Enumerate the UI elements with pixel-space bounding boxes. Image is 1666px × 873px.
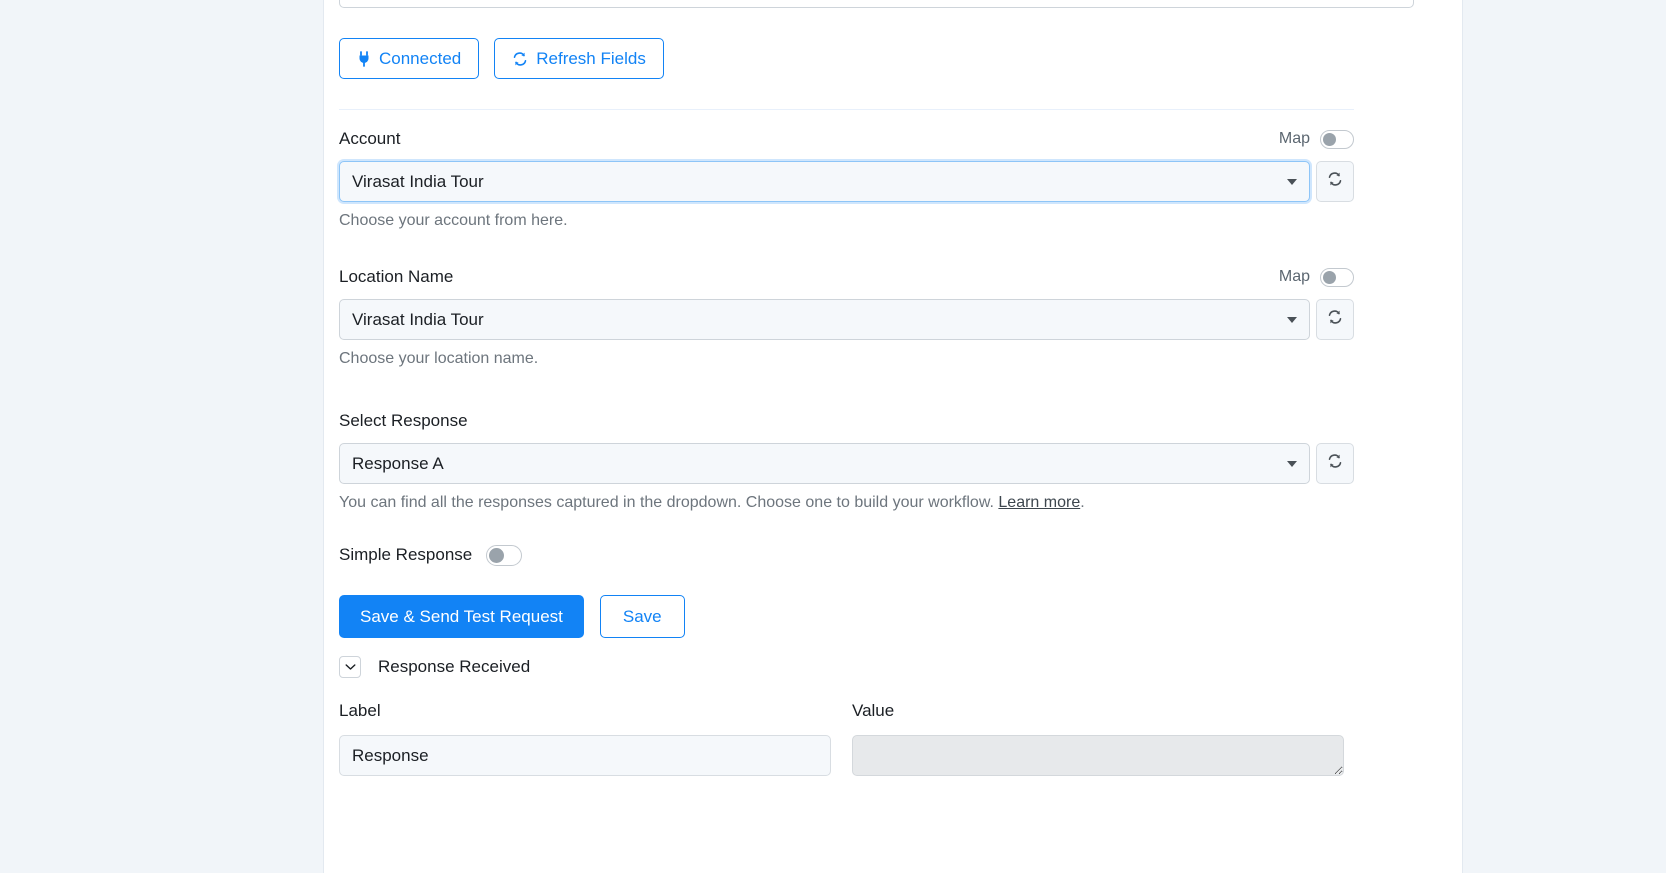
response-refresh-button[interactable] bbox=[1316, 443, 1354, 484]
response-field-group: Select Response Response A You can find … bbox=[339, 410, 1354, 514]
refresh-fields-button-label: Refresh Fields bbox=[536, 49, 646, 68]
configuration-panel: New Review Connected bbox=[323, 0, 1463, 873]
save-button[interactable]: Save bbox=[599, 595, 685, 638]
response-received-row: Response Received bbox=[339, 656, 530, 678]
row-label-cell bbox=[339, 735, 852, 781]
account-map-control: Map bbox=[1279, 128, 1354, 150]
response-table-header: Label Value bbox=[339, 700, 1354, 722]
response-value-textarea[interactable] bbox=[852, 735, 1344, 776]
simple-response-toggle[interactable] bbox=[486, 544, 523, 566]
location-select[interactable]: Virasat India Tour bbox=[339, 299, 1310, 340]
response-label-input[interactable] bbox=[339, 735, 831, 776]
simple-response-label: Simple Response bbox=[339, 545, 473, 564]
app-page: New Review Connected bbox=[0, 0, 1666, 873]
account-refresh-button[interactable] bbox=[1316, 161, 1354, 202]
response-label: Select Response bbox=[339, 411, 468, 430]
connected-button[interactable]: Connected bbox=[339, 38, 480, 79]
row-value-cell bbox=[852, 735, 1354, 781]
learn-more-link[interactable]: Learn more bbox=[998, 494, 1080, 511]
account-select-row: Virasat India Tour bbox=[339, 161, 1354, 202]
account-select[interactable]: Virasat India Tour bbox=[339, 161, 1310, 202]
location-select-value: Virasat India Tour bbox=[352, 309, 484, 329]
location-map-label: Map bbox=[1278, 268, 1310, 285]
account-field-group: Account Map Virasat India Tour Choose yo… bbox=[339, 128, 1354, 232]
location-field-group: Location Name Map Virasat India Tour Cho… bbox=[339, 266, 1354, 370]
location-label: Location Name bbox=[339, 267, 454, 286]
column-header-label: Label bbox=[339, 700, 852, 722]
account-map-toggle[interactable] bbox=[1320, 129, 1354, 149]
sync-icon bbox=[1327, 309, 1343, 330]
save-and-send-test-request-button[interactable]: Save & Send Test Request bbox=[339, 595, 584, 638]
chevron-down-icon bbox=[1287, 316, 1297, 323]
connected-button-label: Connected bbox=[379, 49, 462, 68]
account-label-row: Account Map bbox=[339, 128, 1354, 150]
toggle-knob bbox=[1323, 132, 1336, 146]
toggle-knob bbox=[1323, 270, 1336, 284]
value-column-title: Value bbox=[852, 701, 895, 720]
action-button-row: Save & Send Test Request Save bbox=[339, 595, 685, 638]
response-select[interactable]: Response A bbox=[339, 443, 1310, 484]
response-hint-text: You can find all the responses captured … bbox=[339, 494, 999, 511]
account-label: Account bbox=[339, 129, 401, 148]
account-hint: Choose your account from here. bbox=[339, 212, 568, 229]
location-map-control: Map bbox=[1279, 266, 1354, 288]
label-column-title: Label bbox=[339, 701, 381, 720]
refresh-fields-button[interactable]: Refresh Fields bbox=[494, 38, 664, 79]
column-header-value: Value bbox=[852, 700, 1354, 722]
account-map-label: Map bbox=[1278, 130, 1310, 147]
connection-button-row: Connected Refresh Fields bbox=[339, 38, 664, 79]
location-select-row: Virasat India Tour bbox=[339, 299, 1354, 340]
response-label-row: Select Response bbox=[339, 410, 1354, 432]
response-hint-suffix: . bbox=[1080, 494, 1085, 511]
account-select-value: Virasat India Tour bbox=[352, 171, 484, 191]
location-label-row: Location Name Map bbox=[339, 266, 1354, 288]
section-divider bbox=[339, 109, 1354, 110]
location-refresh-button[interactable] bbox=[1316, 299, 1354, 340]
toggle-knob bbox=[489, 547, 505, 563]
chevron-down-icon bbox=[345, 658, 356, 676]
response-select-row: Response A bbox=[339, 443, 1354, 484]
table-row bbox=[339, 735, 1354, 781]
response-hint: You can find all the responses captured … bbox=[339, 492, 1354, 514]
location-hint: Choose your location name. bbox=[339, 350, 539, 367]
plug-icon bbox=[357, 50, 371, 67]
response-received-collapse-button[interactable] bbox=[339, 656, 361, 678]
trigger-name-field[interactable]: New Review bbox=[339, 0, 1414, 8]
sync-icon bbox=[512, 51, 528, 67]
chevron-down-icon bbox=[1287, 178, 1297, 185]
sync-icon bbox=[1327, 453, 1343, 474]
response-select-value: Response A bbox=[352, 453, 444, 473]
chevron-down-icon bbox=[1287, 460, 1297, 467]
sync-icon bbox=[1327, 171, 1343, 192]
response-received-label: Response Received bbox=[378, 657, 531, 676]
location-map-toggle[interactable] bbox=[1320, 267, 1354, 287]
simple-response-row: Simple Response bbox=[339, 544, 523, 566]
